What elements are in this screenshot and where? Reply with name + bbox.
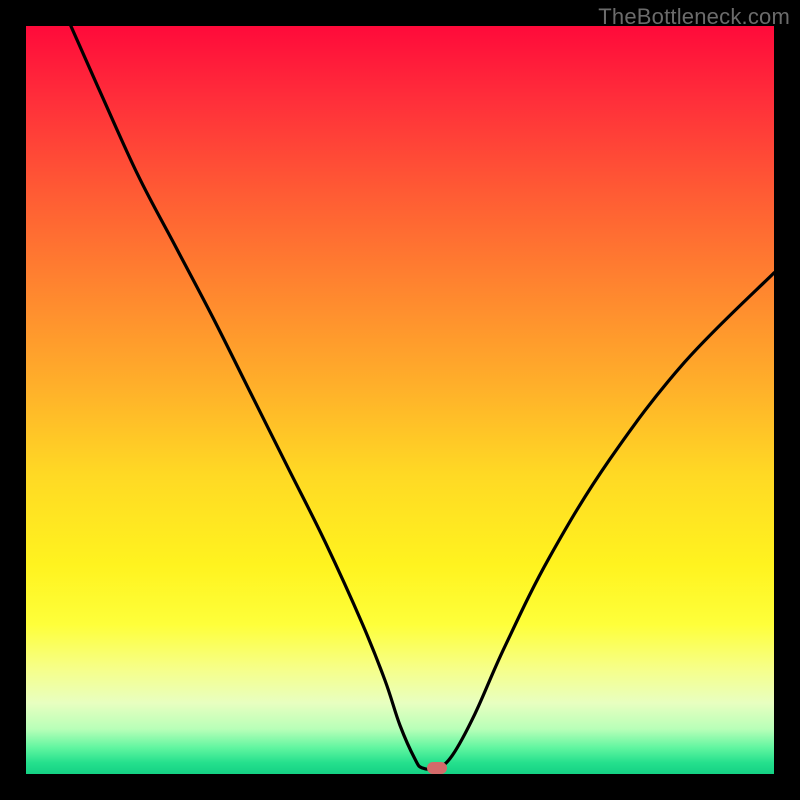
optimum-marker [427,762,447,774]
plot-area [26,26,774,774]
watermark-text: TheBottleneck.com [598,4,790,30]
bottleneck-curve [26,26,774,774]
